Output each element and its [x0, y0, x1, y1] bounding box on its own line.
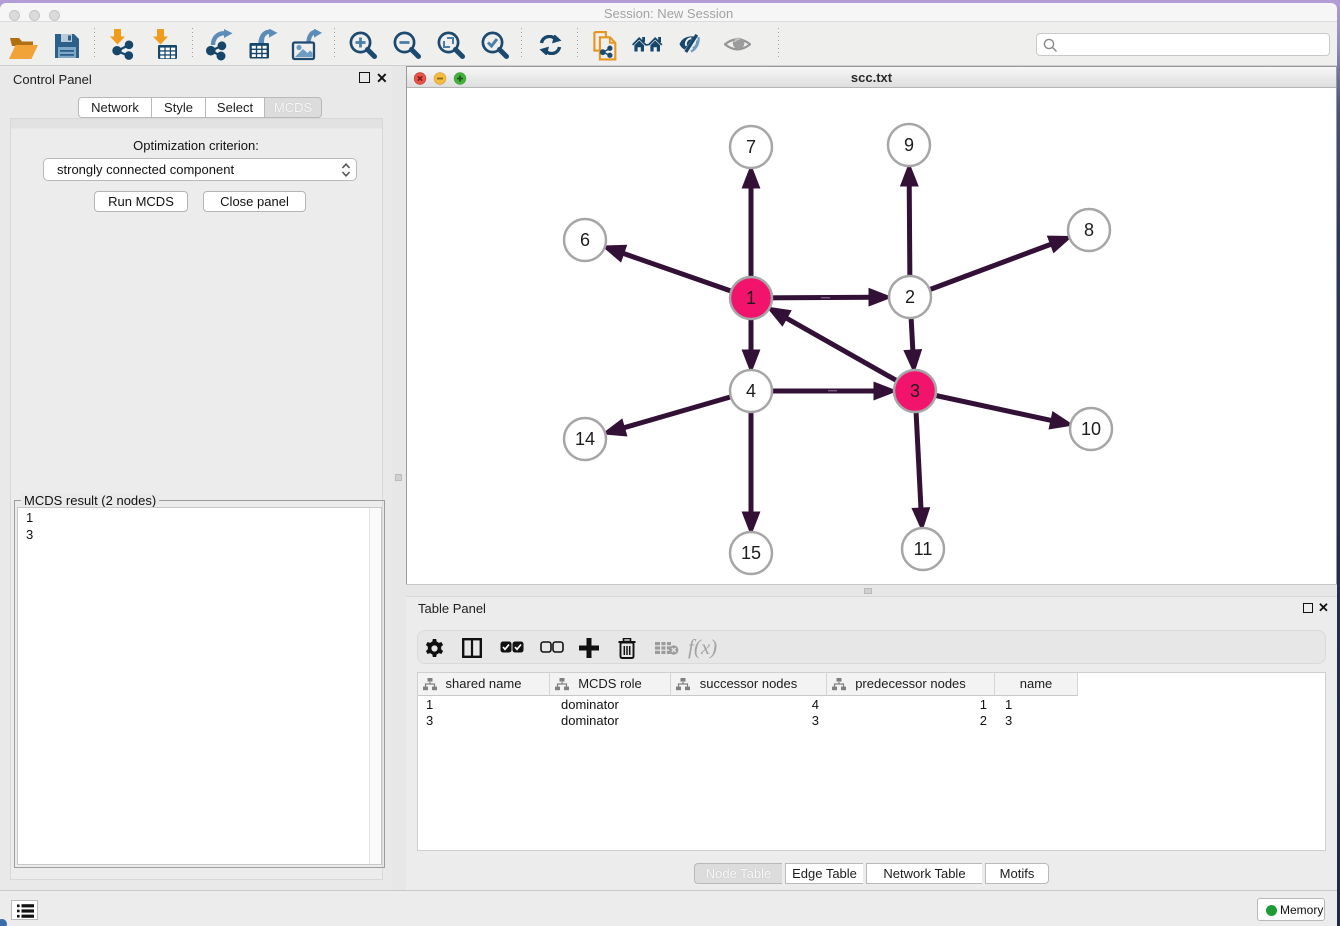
- svg-text:6: 6: [580, 230, 590, 250]
- svg-text:1: 1: [746, 288, 756, 308]
- svg-text:4: 4: [746, 381, 756, 401]
- svg-text:2: 2: [905, 287, 915, 307]
- svg-text:14: 14: [575, 429, 595, 449]
- svg-text:9: 9: [904, 135, 914, 155]
- svg-text:11: 11: [914, 539, 933, 559]
- svg-text:7: 7: [746, 137, 756, 157]
- svg-text:8: 8: [1084, 220, 1094, 240]
- svg-text:15: 15: [741, 543, 761, 563]
- svg-text:10: 10: [1081, 419, 1101, 439]
- svg-text:3: 3: [910, 381, 920, 401]
